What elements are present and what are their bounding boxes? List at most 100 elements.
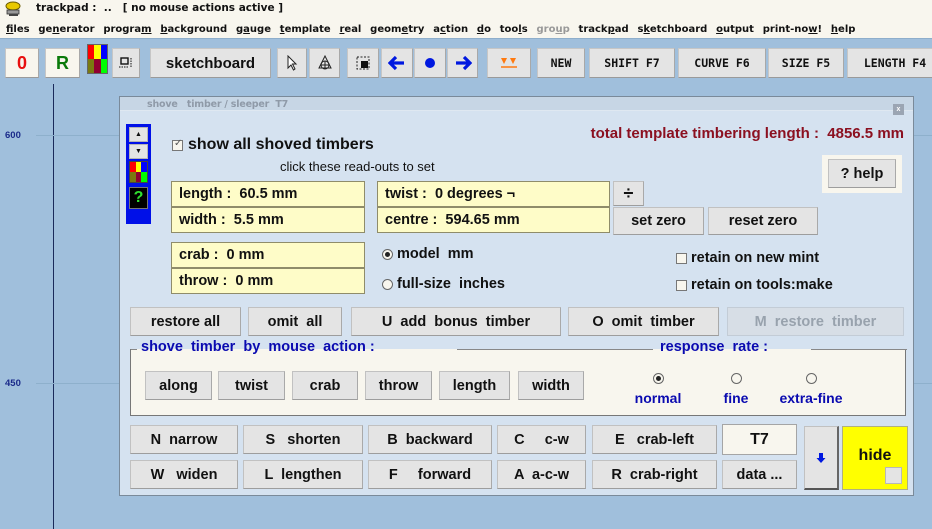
mouse-pointer-icon <box>287 55 298 71</box>
mouse-along-button[interactable]: along <box>145 371 212 400</box>
retain-tools-make-checkbox[interactable]: retain on tools:make <box>676 277 833 293</box>
shift-f7-button[interactable]: SHIFT F7 <box>589 48 675 78</box>
centre-dot-button[interactable] <box>414 48 446 78</box>
fit-view-button[interactable] <box>347 48 379 78</box>
menu-generator[interactable]: generator <box>38 24 94 35</box>
forward-button[interactable]: F forward <box>368 460 492 489</box>
widen-button[interactable]: W widen <box>130 460 238 489</box>
cw-button[interactable]: C c-w <box>497 425 586 454</box>
template-centre-icon <box>317 55 332 70</box>
canvas-axis-line <box>53 84 54 529</box>
rate-normal-option[interactable]: normal <box>628 370 688 406</box>
window-layout-button[interactable] <box>112 48 140 78</box>
menu-files[interactable]: files <box>6 24 30 35</box>
new-button[interactable]: NEW <box>537 48 585 78</box>
acw-button[interactable]: A a-c-w <box>497 460 586 489</box>
total-timbering-length: total template timbering length : 4856.5… <box>590 125 904 142</box>
scroll-up-button[interactable]: ▲ <box>129 127 148 142</box>
model-mm-radio-icon[interactable] <box>382 248 393 260</box>
set-zero-button[interactable]: set zero <box>613 207 704 235</box>
full-size-inches-label: full-size inches <box>397 276 505 292</box>
crab-right-button[interactable]: R crab-right <box>592 460 717 489</box>
rate-fine-option[interactable]: fine <box>711 370 761 406</box>
length-readout[interactable]: length : 60.5 mm <box>171 181 365 207</box>
restore-timber-button[interactable]: M restore timber <box>727 307 904 336</box>
divide-button[interactable]: ÷ <box>613 181 644 206</box>
mouse-length-button[interactable]: length <box>439 371 510 400</box>
menu-output[interactable]: output <box>716 24 754 35</box>
mouse-width-button[interactable]: width <box>518 371 584 400</box>
retain-new-mint-check-icon[interactable] <box>676 252 687 264</box>
menu-action[interactable]: action <box>433 24 468 35</box>
add-bonus-timber-button[interactable]: U add bonus timber <box>351 307 561 336</box>
rate-fine-radio-icon[interactable] <box>730 373 742 385</box>
mouse-crab-button[interactable]: crab <box>292 371 358 400</box>
colour-palette-icon[interactable] <box>87 44 108 74</box>
cw-label: C c-w <box>514 431 569 448</box>
pointer-button[interactable] <box>277 48 307 78</box>
retain-tools-make-check-icon[interactable] <box>676 279 687 291</box>
menu-geometry[interactable]: geometry <box>370 24 424 35</box>
full-size-inches-radio[interactable]: full-size inches <box>382 276 505 292</box>
menu-sketchboard[interactable]: sketchboard <box>637 24 707 35</box>
narrow-button[interactable]: N narrow <box>130 425 238 454</box>
crab-left-button[interactable]: E crab-left <box>592 425 717 454</box>
dialog-caption[interactable]: shove timber / sleeper T7 x <box>120 97 913 115</box>
show-all-shoved-checkbox[interactable]: show all shoved timbers <box>172 136 374 154</box>
omit-all-button[interactable]: omit all <box>248 307 342 336</box>
width-readout[interactable]: width : 5.5 mm <box>171 207 365 233</box>
zero-button[interactable]: 0 <box>5 48 39 78</box>
rate-normal-radio-icon[interactable] <box>652 373 664 385</box>
help-question-icon[interactable]: ? <box>129 187 148 209</box>
length-f4-button[interactable]: LENGTH F4 <box>847 48 932 78</box>
model-mm-radio[interactable]: model mm <box>382 246 474 262</box>
throw-readout[interactable]: throw : 0 mm <box>171 268 365 294</box>
size-f5-button[interactable]: SIZE F5 <box>768 48 844 78</box>
data-button[interactable]: data ... <box>722 460 797 489</box>
move-down-button[interactable] <box>804 426 839 490</box>
help-button[interactable]: ? help <box>828 159 896 188</box>
menu-help[interactable]: help <box>831 24 856 35</box>
backward-button[interactable]: B backward <box>368 425 492 454</box>
timber-id-field[interactable]: T7 <box>722 424 797 455</box>
retain-new-mint-checkbox[interactable]: retain on new mint <box>676 250 819 266</box>
menu-trackpad[interactable]: trackpad <box>579 24 629 35</box>
restore-all-button[interactable]: restore all <box>130 307 241 336</box>
rate-extra-fine-radio-icon[interactable] <box>805 373 817 385</box>
reset-r-button[interactable]: R <box>45 48 80 78</box>
menu-print-now[interactable]: print-now! <box>763 24 822 35</box>
colour-palette-icon[interactable] <box>129 161 148 183</box>
menu-group[interactable]: group <box>536 24 569 35</box>
lengthen-button[interactable]: L lengthen <box>243 460 363 489</box>
scroll-down-button[interactable]: ▼ <box>129 144 148 159</box>
full-size-inches-radio-icon[interactable] <box>382 278 393 290</box>
sketchboard-button[interactable]: sketchboard <box>150 48 271 78</box>
close-icon[interactable]: x <box>893 104 904 115</box>
template-centre-button[interactable] <box>309 48 340 78</box>
menu-gauge[interactable]: gauge <box>236 24 271 35</box>
shorten-button[interactable]: S shorten <box>243 425 363 454</box>
menu-template[interactable]: template <box>280 24 331 35</box>
shift-right-button[interactable] <box>447 48 478 78</box>
drop-down-button[interactable] <box>487 48 531 78</box>
menu-program[interactable]: program <box>103 24 151 35</box>
curve-f6-button[interactable]: CURVE F6 <box>678 48 766 78</box>
hide-button[interactable]: hide <box>842 426 908 490</box>
show-all-check-icon[interactable] <box>172 138 183 151</box>
menu-tools[interactable]: tools <box>500 24 528 35</box>
mouse-throw-button[interactable]: throw <box>365 371 432 400</box>
menu-real[interactable]: real <box>339 24 361 35</box>
crab-readout[interactable]: crab : 0 mm <box>171 242 365 268</box>
hide-checkbox[interactable] <box>885 467 902 484</box>
menu-background[interactable]: background <box>160 24 227 35</box>
twist-readout[interactable]: twist : 0 degrees ¬ <box>377 181 610 207</box>
y-label-450: 450 <box>5 378 21 389</box>
centre-readout[interactable]: centre : 594.65 mm <box>377 207 610 233</box>
menu-do[interactable]: do <box>477 24 491 35</box>
reset-zero-button[interactable]: reset zero <box>708 207 818 235</box>
shift-left-button[interactable] <box>381 48 413 78</box>
omit-timber-button[interactable]: O omit timber <box>568 307 719 336</box>
rate-extra-fine-option[interactable]: extra-fine <box>771 370 851 406</box>
mouse-twist-button[interactable]: twist <box>218 371 285 400</box>
double-down-arrow-icon <box>501 58 517 68</box>
